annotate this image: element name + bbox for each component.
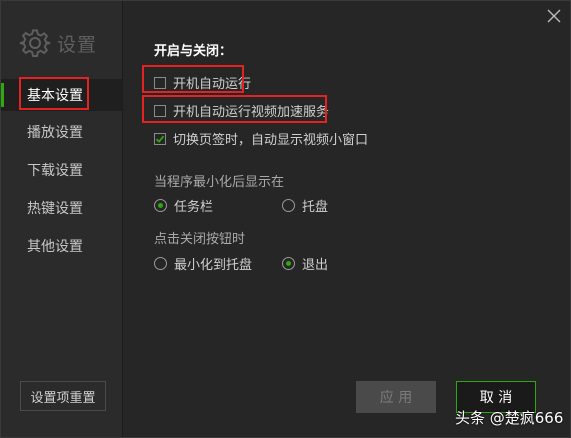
radio-label: 最小化到托盘	[174, 258, 253, 273]
radio-button[interactable]	[282, 257, 295, 270]
radio-exit[interactable]: 退出	[282, 254, 328, 273]
close-icon[interactable]	[545, 7, 563, 25]
radio-taskbar[interactable]: 任务栏	[154, 196, 213, 215]
checkbox-box[interactable]	[154, 132, 166, 145]
window-title: 设置	[57, 33, 98, 56]
radio-label: 任务栏	[174, 200, 214, 215]
radio-button[interactable]	[154, 257, 167, 270]
radio-label: 退出	[302, 258, 329, 273]
sidebar-item-hotkey[interactable]: 热键设置	[1, 192, 122, 224]
radio-button[interactable]	[282, 199, 295, 212]
checkbox-label: 开机自动运行视频加速服务	[173, 105, 330, 120]
gear-icon	[19, 27, 51, 59]
checkbox-accelerator-service[interactable]: 开机自动运行视频加速服务	[154, 101, 329, 120]
section-title: 开启与关闭：	[154, 44, 233, 59]
checkbox-label: 切换页签时，自动显示视频小窗口	[173, 133, 369, 148]
sidebar-item-basic[interactable]: 基本设置	[1, 79, 122, 111]
radio-minimize-to-tray[interactable]: 最小化到托盘	[154, 254, 252, 273]
watermark-text: 头条 @楚疯666	[455, 409, 564, 427]
checkbox-box[interactable]	[154, 76, 166, 89]
radio-tray[interactable]: 托盘	[282, 196, 328, 215]
checkmark-icon	[155, 135, 165, 143]
checkbox-label: 开机自动运行	[173, 77, 252, 92]
checkbox-mini-window[interactable]: 切换页签时，自动显示视频小窗口	[154, 129, 368, 148]
sidebar-item-download[interactable]: 下载设置	[1, 154, 122, 186]
checkbox-autostart[interactable]: 开机自动运行	[154, 73, 251, 92]
sidebar: 设置 基本设置 播放设置 下载设置 热键设置 其他设置 设置项重置	[1, 1, 123, 437]
radio-label: 托盘	[302, 200, 329, 215]
settings-window: 设置 基本设置 播放设置 下载设置 热键设置 其他设置 设置项重置 开启与关闭：…	[0, 0, 571, 438]
brand: 设置	[19, 23, 97, 63]
reset-settings-button[interactable]: 设置项重置	[20, 381, 106, 411]
sidebar-item-other[interactable]: 其他设置	[1, 230, 122, 262]
sidebar-item-playback[interactable]: 播放设置	[1, 116, 122, 148]
radio-button[interactable]	[154, 199, 167, 212]
minimize-group-label: 当程序最小化后显示在	[154, 175, 285, 190]
close-group-label: 点击关闭按钮时	[154, 232, 246, 247]
checkbox-box[interactable]	[154, 104, 166, 117]
apply-button[interactable]: 应 用	[356, 381, 436, 413]
